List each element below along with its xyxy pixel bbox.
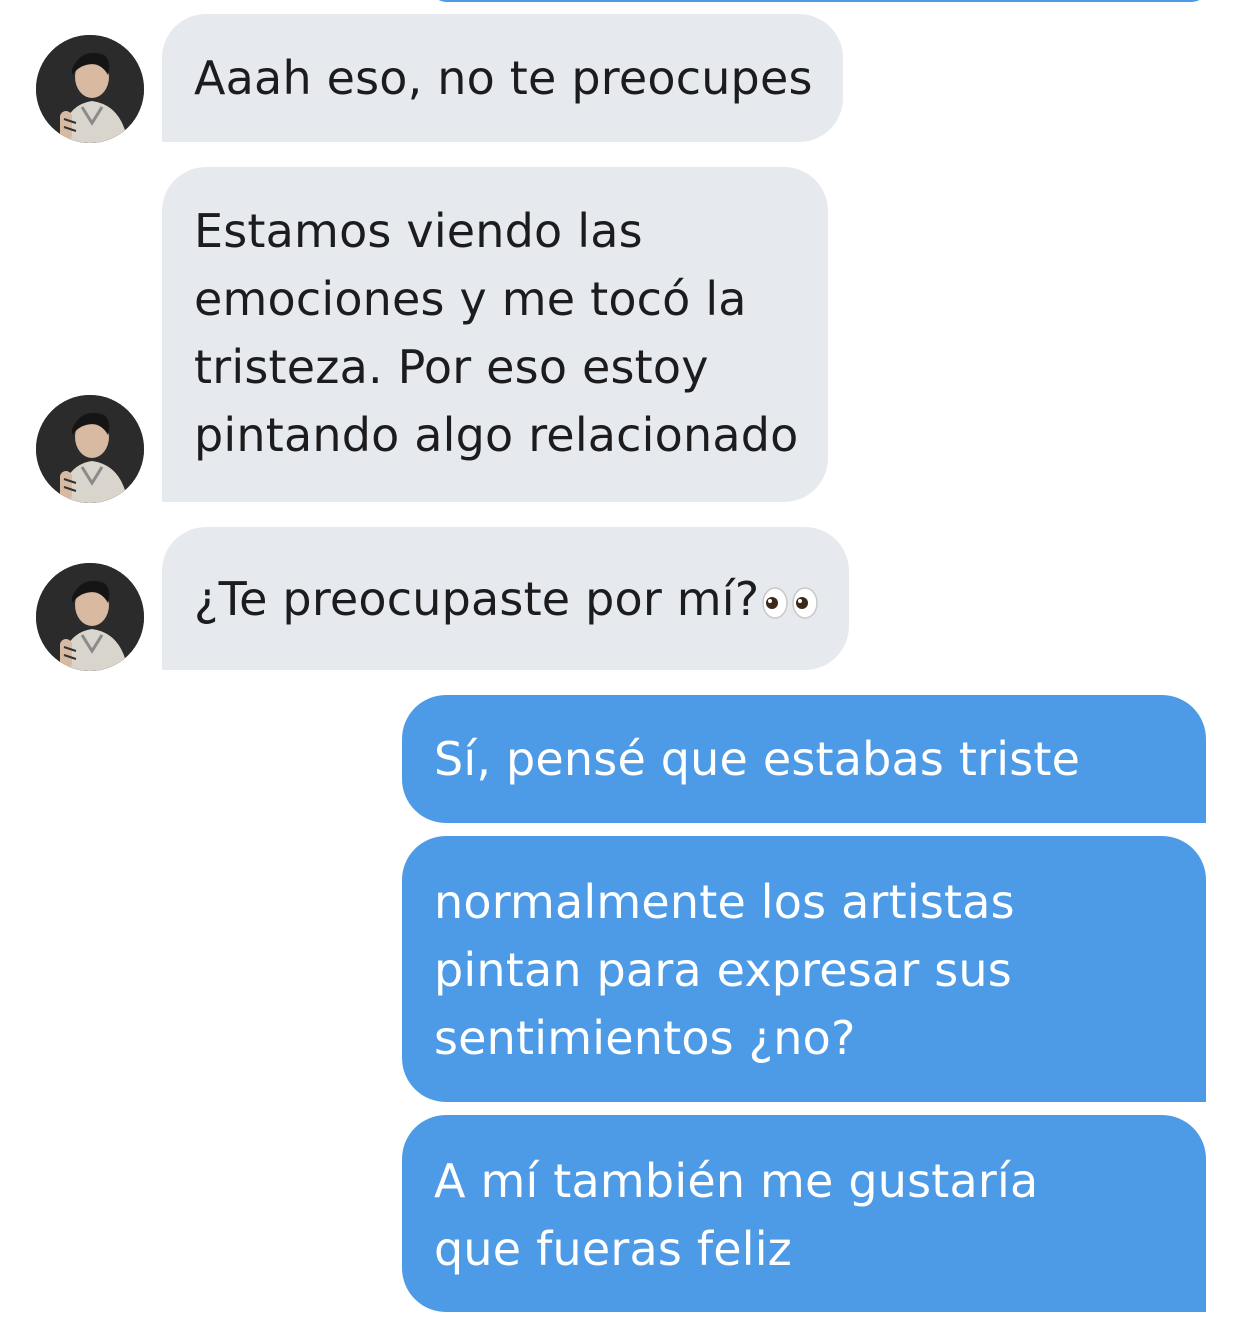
message-text: A mí también me gustaría que fueras feli…	[434, 1154, 1039, 1276]
message-text: Sí, pensé que estabas triste	[434, 732, 1081, 786]
message-text-content: ¿Te preocupaste por mí?	[194, 572, 760, 626]
eyes-emoji-icon	[762, 586, 819, 619]
message-bubble-outgoing[interactable]: A mí también me gustaría que fueras feli…	[402, 1115, 1206, 1312]
message-text: Aaah eso, no te preocupes	[194, 51, 813, 105]
previous-outgoing-bubble-edge	[432, 0, 1206, 2]
contact-avatar[interactable]	[36, 35, 144, 143]
message-bubble-incoming[interactable]: ¿Te preocupaste por mí?	[162, 527, 850, 670]
message-text: ¿Te preocupaste por mí?	[194, 565, 819, 633]
contact-avatar[interactable]	[36, 395, 144, 503]
message-text: normalmente los artistas pintan para exp…	[434, 875, 1015, 1065]
avatar-photo-icon	[36, 563, 144, 671]
message-text: Estamos viendo las emociones y me tocó l…	[194, 204, 799, 462]
message-bubble-outgoing[interactable]: normalmente los artistas pintan para exp…	[402, 836, 1206, 1102]
message-bubble-incoming[interactable]: Aaah eso, no te preocupes	[162, 14, 843, 142]
message-bubble-incoming[interactable]: Estamos viendo las emociones y me tocó l…	[162, 167, 829, 502]
contact-avatar[interactable]	[36, 563, 144, 671]
avatar-photo-icon	[36, 35, 144, 143]
message-bubble-outgoing[interactable]: Sí, pensé que estabas triste	[402, 695, 1206, 823]
avatar-photo-icon	[36, 395, 144, 503]
